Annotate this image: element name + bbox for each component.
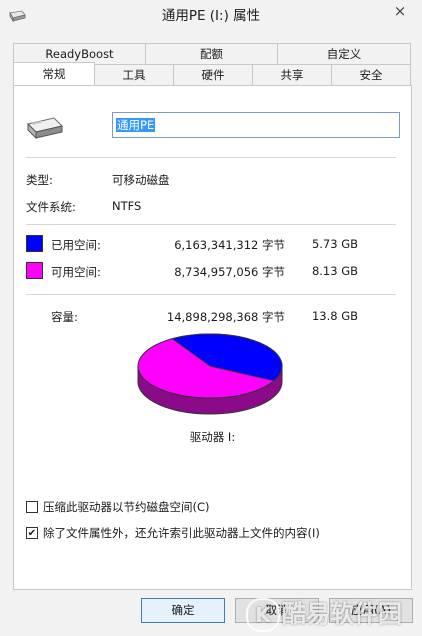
- capacity-label: 容量:: [51, 310, 78, 324]
- compress-label: 压缩此驱动器以节约磁盘空间(C): [43, 500, 210, 514]
- type-label: 类型:: [26, 173, 53, 187]
- tab-hardware[interactable]: 硬件: [173, 64, 253, 85]
- tab-quota[interactable]: 配额: [145, 43, 278, 64]
- close-button[interactable]: ×: [378, 0, 422, 21]
- type-value: 可移动磁盘: [112, 173, 170, 187]
- used-space-size: 5.73 GB: [311, 237, 358, 251]
- index-label: 除了文件属性外，还允许索引此驱动器上文件的内容(I): [43, 526, 320, 540]
- tab-row-1: ReadyBoost 配额 自定义: [13, 43, 411, 64]
- compress-checkbox[interactable]: [26, 501, 38, 513]
- index-checkbox[interactable]: ✔: [26, 527, 38, 539]
- title-bar: 通用PE (I:) 属性 ×: [0, 0, 422, 33]
- general-panel: 通用PE 类型: 可移动磁盘 文件系统: NTFS 已用空间: 6,163,34…: [13, 85, 412, 590]
- divider: [26, 294, 396, 295]
- watermark-logo: K 酷易软件园: [246, 594, 418, 632]
- ok-button[interactable]: 确定: [141, 598, 225, 623]
- removable-drive-icon: [27, 117, 63, 140]
- watermark-text: 酷易软件园: [282, 600, 402, 628]
- drive-letter-label: 驱动器 I:: [189, 430, 236, 444]
- capacity-bytes: 14,898,298,368 字节: [166, 310, 285, 324]
- used-space-label: 已用空间:: [51, 238, 101, 252]
- used-space-swatch: [26, 235, 43, 252]
- free-space-bytes: 8,734,957,056 字节: [174, 265, 285, 279]
- divider: [26, 224, 396, 225]
- capacity-size: 13.8 GB: [311, 309, 358, 323]
- drive-name-input[interactable]: 通用PE: [112, 112, 400, 138]
- free-space-size: 8.13 GB: [311, 264, 358, 278]
- tab-sharing[interactable]: 共享: [252, 64, 332, 85]
- tab-general[interactable]: 常规: [13, 62, 95, 85]
- disk-usage-pie-chart: [137, 333, 283, 415]
- tab-row-2: 常规 工具 硬件 共享 安全: [13, 62, 411, 85]
- filesystem-value: NTFS: [112, 199, 142, 213]
- k-logo-icon: K: [246, 598, 280, 632]
- tab-customize[interactable]: 自定义: [277, 43, 411, 64]
- close-icon: ×: [393, 1, 407, 20]
- filesystem-label: 文件系统:: [26, 200, 76, 214]
- tab-tools[interactable]: 工具: [94, 64, 174, 85]
- tab-readyboost[interactable]: ReadyBoost: [13, 43, 146, 64]
- free-space-swatch: [26, 262, 43, 279]
- tab-security[interactable]: 安全: [331, 64, 411, 85]
- used-space-bytes: 6,163,341,312 字节: [174, 238, 285, 252]
- divider: [26, 157, 396, 158]
- window-title: 通用PE (I:) 属性: [161, 8, 261, 24]
- free-space-label: 可用空间:: [51, 265, 101, 279]
- drive-name-text: 通用PE: [116, 118, 156, 132]
